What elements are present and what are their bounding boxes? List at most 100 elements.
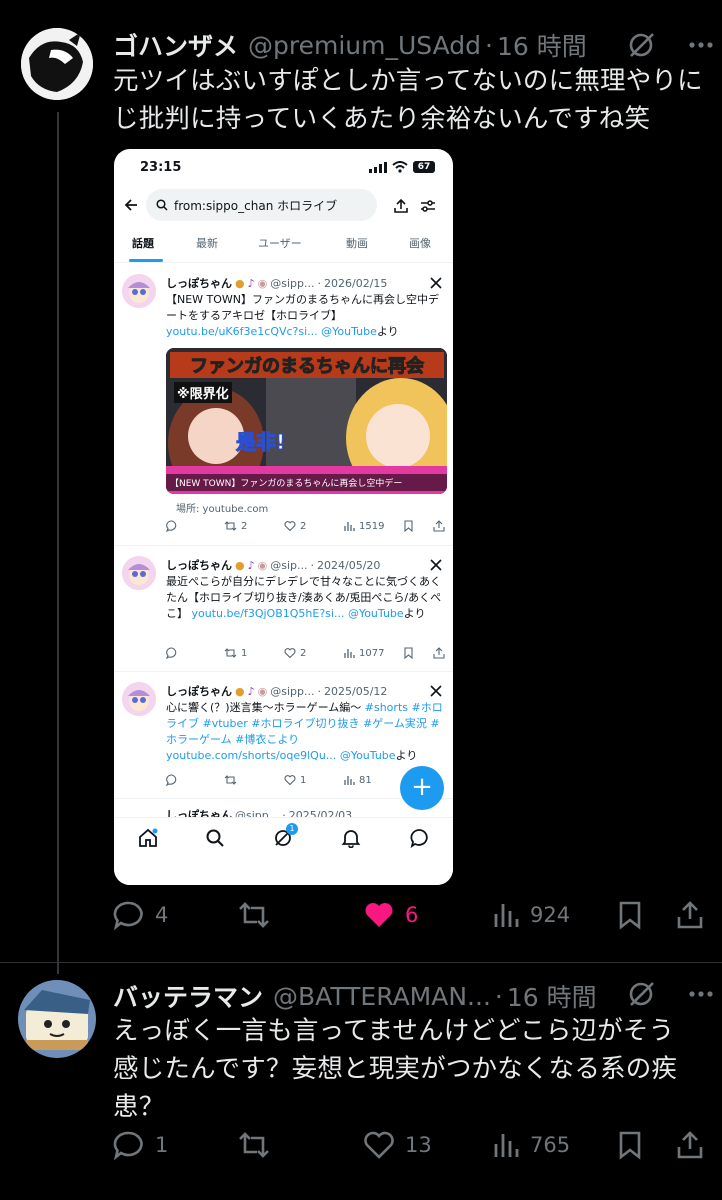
sippo-avatar[interactable] — [122, 274, 156, 308]
tweet2-name[interactable]: バッテラマン — [113, 978, 263, 1014]
phone-tweet-handle[interactable]: @sip... — [270, 559, 307, 572]
reply-button[interactable]: 4 — [113, 900, 168, 930]
tweet1-handle[interactable]: @premium_USAdd — [248, 31, 481, 60]
tab-top[interactable]: 話題 — [132, 235, 154, 251]
more-icon[interactable] — [686, 979, 716, 1009]
bookmark-button[interactable] — [617, 1130, 643, 1160]
messages-icon[interactable] — [410, 828, 430, 848]
like-icon[interactable]: 2 — [284, 520, 306, 532]
avatar-image — [21, 28, 93, 100]
phone-tweet-1[interactable]: しっぽちゃん ● ♪ ◉ @sipp... · 2026/02/15 【NEW TO… — [114, 264, 453, 546]
emoji-icons: ● — [235, 558, 245, 572]
retweet-button[interactable] — [237, 1130, 271, 1160]
tweet2-time[interactable]: 16 時間 — [507, 978, 597, 1014]
phone-tweet-4[interactable]: しっぽちゃん @sipp... · 2025/02/03 — [114, 799, 453, 820]
tweet1-time[interactable]: 16 時間 — [497, 27, 587, 63]
tab-people[interactable]: ユーザー — [258, 235, 302, 251]
reply-icon[interactable] — [166, 520, 178, 532]
share-icon[interactable] — [433, 647, 445, 659]
reply-icon[interactable] — [166, 647, 178, 659]
like-count: 13 — [405, 1133, 432, 1157]
tweet2-handle[interactable]: @BATTERAMAN... — [273, 982, 491, 1011]
phone-tweet-date[interactable]: 2026/02/15 — [324, 277, 387, 290]
phone-tweet-link[interactable]: youtube.com/shorts/oqe9lQu... — [166, 749, 336, 762]
phone-tweet-handle[interactable]: @sipp... — [270, 685, 314, 698]
phone-status-icons: 67 — [369, 161, 435, 173]
bookmark-icon — [619, 901, 641, 930]
phone-tweet-2[interactable]: しっぽちゃん ● ♪ ◉ @sip... · 2024/05/20 最近ぺこらが自分… — [114, 546, 453, 672]
grok-icon[interactable] — [626, 30, 656, 60]
phone-tweet-name[interactable]: しっぽちゃん — [166, 683, 232, 699]
phone-tweet-name[interactable]: しっぽちゃん — [166, 557, 232, 573]
like-button[interactable]: 6 — [363, 900, 418, 930]
emoji-icons: ● — [235, 276, 245, 290]
search-icon — [156, 199, 168, 211]
tab-latest[interactable]: 最新 — [196, 235, 218, 251]
tab-media[interactable]: 動画 — [346, 235, 368, 251]
compose-fab-button[interactable]: + — [400, 766, 444, 810]
views-icon[interactable]: 1077 — [343, 647, 384, 659]
phone-tweet-handle[interactable]: @sipp... — [270, 277, 314, 290]
reply-icon — [113, 1131, 143, 1160]
search-query: from:sippo_chan ホロライブ — [174, 198, 338, 213]
share-search-icon[interactable] — [393, 198, 409, 214]
tweet1-header: ゴハンザメ @premium_USAdd · 16 時間 — [113, 27, 587, 63]
explore-search-icon[interactable] — [205, 828, 225, 848]
views-icon[interactable]: 1519 — [343, 520, 384, 532]
phone-tweet-date[interactable]: 2025/05/12 — [324, 685, 387, 698]
avatar-image — [18, 980, 96, 1058]
bookmark-icon[interactable] — [403, 520, 414, 532]
phone-time: 23:15 — [140, 160, 182, 175]
phone-tweet-date[interactable]: 2024/05/20 — [317, 559, 380, 572]
video-thumbnail[interactable]: ファンガのまるちゃんに再会 ※限界化 是非! 【NEW TOWN】ファンガのまる… — [166, 348, 447, 494]
share-button[interactable] — [676, 900, 704, 930]
sippo-avatar[interactable] — [122, 682, 156, 716]
views-button[interactable]: 765 — [492, 1130, 570, 1160]
retweet-icon[interactable] — [224, 774, 237, 786]
like-icon[interactable]: 2 — [284, 647, 306, 659]
grok-icon[interactable] — [626, 979, 656, 1009]
phone-tweet-link[interactable]: youtu.be/uK6f3e1cQVc?si... — [166, 325, 318, 338]
tweet1-name[interactable]: ゴハンザメ — [113, 27, 238, 63]
tab-images[interactable]: 画像 — [409, 235, 431, 251]
retweet-icon[interactable]: 2 — [224, 520, 247, 532]
reply-button[interactable]: 1 — [113, 1130, 168, 1160]
avatar-gohanzame[interactable] — [21, 28, 93, 100]
views-icon[interactable]: 81 — [343, 774, 372, 786]
link-source: 場所: youtube.com — [176, 504, 269, 515]
thread-line — [57, 112, 59, 974]
retweet-button[interactable] — [237, 900, 271, 930]
share-icon — [677, 901, 703, 929]
phone-tweet-name[interactable]: しっぽちゃん — [166, 275, 232, 291]
views-button[interactable]: 924 — [492, 900, 570, 930]
bookmark-button[interactable] — [617, 900, 643, 930]
filter-icon[interactable] — [420, 198, 436, 214]
more-icon[interactable] — [686, 30, 716, 60]
retweet-icon — [239, 902, 269, 928]
avatar-batteraman[interactable] — [18, 980, 96, 1058]
thumbnail-word: 是非! — [235, 430, 286, 455]
retweet-icon — [239, 1132, 269, 1158]
share-icon[interactable] — [433, 520, 445, 532]
attached-screenshot[interactable]: 23:15 67 from:sippo_chan ホロライブ 話題 最新 ユーザ… — [114, 149, 453, 885]
like-icon[interactable]: 1 — [284, 774, 306, 786]
phone-tweet-mention[interactable]: @YouTube — [340, 749, 396, 762]
phone-tweet-link[interactable]: youtu.be/f3QjOB1Q5hE?si... — [192, 607, 345, 620]
phone-tweet-suffix: より — [376, 325, 399, 338]
sippo-avatar[interactable] — [122, 556, 156, 590]
like-button[interactable]: 13 — [363, 1130, 432, 1160]
bookmark-icon[interactable] — [403, 647, 414, 659]
phone-tweet-dot: · — [310, 558, 315, 572]
notifications-icon[interactable] — [341, 828, 361, 848]
reply-icon[interactable] — [166, 774, 178, 786]
share-button[interactable] — [676, 1130, 704, 1160]
phone-tweet-mention[interactable]: @YouTube — [321, 325, 377, 338]
tweet2-header: バッテラマン @BATTERAMAN... · 16 時間 — [113, 978, 597, 1014]
home-icon[interactable] — [138, 828, 158, 848]
phone-tweet-mention[interactable]: @YouTube — [348, 607, 404, 620]
retweet-icon[interactable]: 1 — [224, 647, 247, 659]
search-bar[interactable]: from:sippo_chan ホロライブ — [146, 189, 377, 221]
reply-count: 4 — [155, 903, 169, 927]
view-count: 924 — [530, 903, 571, 927]
back-arrow-icon[interactable] — [123, 197, 139, 213]
